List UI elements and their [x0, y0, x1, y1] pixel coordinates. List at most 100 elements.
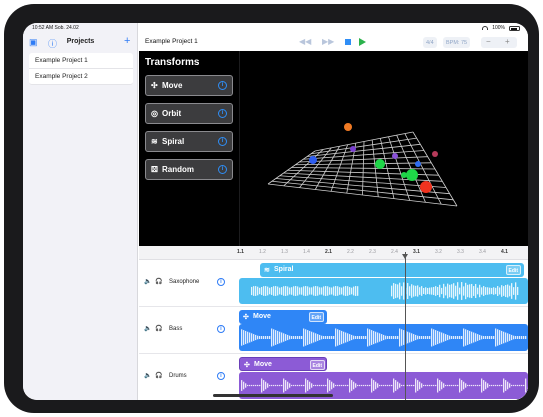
stop-icon[interactable] — [345, 39, 351, 45]
info-icon[interactable]: i — [218, 137, 227, 146]
waveform-sample — [509, 383, 511, 388]
waveform-sample — [265, 381, 267, 390]
timeline-ruler[interactable]: 1.1 1.2 1.3 1.4 2.1 2.2 2.3 2.4 3.1 3.2 … — [139, 246, 528, 260]
minus-button[interactable]: − — [486, 37, 491, 46]
waveform-sample — [447, 384, 449, 387]
waveform-sample — [291, 287, 293, 295]
waveform-sample — [353, 335, 355, 340]
transform-random-button[interactable]: ⚄ Random i — [145, 159, 233, 180]
edit-button[interactable]: Edit — [308, 312, 324, 322]
track-lane-bass[interactable]: ✣ Move Edit — [239, 307, 528, 354]
headphones-icon[interactable]: 🎧 — [155, 372, 162, 379]
sound-source-sphere[interactable] — [432, 151, 438, 157]
waveform-sample — [353, 381, 355, 390]
speaker-icon[interactable]: 🔈 — [144, 325, 151, 332]
sound-source-sphere[interactable] — [344, 123, 352, 131]
audio-region-saxophone[interactable] — [239, 278, 528, 304]
status-time: 10:52 AM Sob. 24.02 — [32, 25, 79, 31]
play-icon[interactable] — [359, 38, 366, 46]
info-icon[interactable]: i — [218, 165, 227, 174]
info-icon[interactable]: i — [218, 81, 227, 90]
forward-icon[interactable]: ▶▶ — [322, 37, 334, 46]
waveform-sample — [457, 336, 459, 339]
waveform-sample — [423, 287, 425, 295]
sound-source-sphere[interactable] — [350, 146, 356, 152]
project-item[interactable]: Example Project 1 — [29, 53, 133, 69]
plus-icon[interactable]: + — [124, 35, 130, 47]
waveform-sample — [489, 384, 491, 387]
sound-source-sphere[interactable] — [392, 153, 398, 159]
plus-button[interactable]: + — [505, 37, 510, 46]
waveform-sample — [309, 381, 311, 390]
waveform-sample — [323, 384, 325, 387]
waveform-sample — [463, 328, 465, 347]
waveform-sample — [311, 287, 313, 295]
wifi-icon — [482, 26, 489, 30]
transform-orbit-button[interactable]: ◎ Orbit i — [145, 103, 233, 124]
sound-source-sphere[interactable] — [415, 161, 421, 167]
track-header-bass[interactable]: 🔈 🎧 Bass i — [139, 307, 239, 354]
waveform-sample — [509, 285, 511, 297]
waveform-sample — [455, 384, 457, 387]
playhead[interactable] — [405, 252, 406, 400]
waveform-sample — [521, 384, 523, 387]
waveform-sample — [517, 286, 519, 296]
waveform-sample — [291, 336, 293, 339]
waveform-sample — [371, 378, 373, 393]
waveform-sample — [445, 334, 447, 341]
waveform-sample — [287, 334, 289, 341]
move-icon: ✣ — [244, 362, 250, 369]
waveform-sample — [309, 287, 311, 295]
waveform-sample — [373, 380, 375, 391]
sound-source-sphere[interactable] — [309, 156, 317, 164]
waveform-sample — [507, 333, 509, 342]
info-icon[interactable]: i — [217, 372, 225, 380]
bpm-display[interactable]: BPM: 75 — [443, 37, 471, 48]
edit-button[interactable]: Edit — [309, 360, 325, 370]
waveform-sample — [335, 328, 337, 347]
speaker-icon[interactable]: 🔈 — [144, 372, 151, 379]
transform-clip-move[interactable]: ✣ Move Edit — [239, 357, 327, 371]
waveform-sample — [241, 380, 243, 391]
spatial-scene[interactable]: Transforms ✣ Move i ◎ Orbit i ≋ Spiral i — [139, 51, 528, 246]
waveform-sample — [437, 330, 439, 345]
sound-source-sphere[interactable] — [420, 181, 432, 193]
headphones-icon[interactable]: 🎧 — [155, 278, 162, 285]
waveform-sample — [445, 384, 447, 387]
transforms-title: Transforms — [145, 57, 200, 68]
time-signature[interactable]: 4/4 — [423, 37, 437, 48]
ruler-tick: 4.1 — [501, 249, 508, 255]
sound-source-sphere[interactable] — [401, 172, 407, 178]
waveform-sample — [461, 282, 463, 300]
track-lane-saxophone[interactable]: ≋ Spiral Edit — [239, 260, 528, 307]
info-icon[interactable]: i — [218, 109, 227, 118]
transform-clip-spiral[interactable]: ≋ Spiral Edit — [260, 263, 524, 277]
waveform-sample — [475, 283, 477, 299]
waveform-sample — [251, 333, 253, 342]
sound-source-sphere[interactable] — [406, 169, 418, 181]
waveform-sample — [439, 380, 441, 391]
track-header-saxophone[interactable]: 🔈 🎧 Saxophone i — [139, 260, 239, 307]
waveform-sample — [423, 336, 425, 339]
sound-source-sphere[interactable] — [375, 159, 385, 169]
waveform-sample — [287, 381, 289, 390]
waveform-sample — [381, 384, 383, 387]
rewind-icon[interactable]: ◀◀ — [299, 37, 311, 46]
waveform-sample — [471, 331, 473, 344]
waveform-sample — [289, 383, 291, 388]
waveform-sample — [441, 332, 443, 343]
audio-region-bass[interactable] — [239, 324, 528, 351]
transform-clip-move[interactable]: ✣ Move Edit — [239, 310, 327, 324]
info-icon[interactable]: i — [217, 325, 225, 333]
info-icon[interactable]: i — [217, 278, 225, 286]
project-item[interactable]: Example Project 2 — [29, 69, 133, 85]
waveform-sample — [421, 383, 423, 388]
waveform-sample — [347, 286, 349, 296]
headphones-icon[interactable]: 🎧 — [155, 325, 162, 332]
waveform-sample — [257, 335, 259, 340]
edit-button[interactable]: Edit — [505, 265, 521, 275]
speaker-icon[interactable]: 🔈 — [144, 278, 151, 285]
waveform-sample — [467, 384, 469, 387]
transform-move-button[interactable]: ✣ Move i — [145, 75, 233, 96]
transform-spiral-button[interactable]: ≋ Spiral i — [145, 131, 233, 152]
